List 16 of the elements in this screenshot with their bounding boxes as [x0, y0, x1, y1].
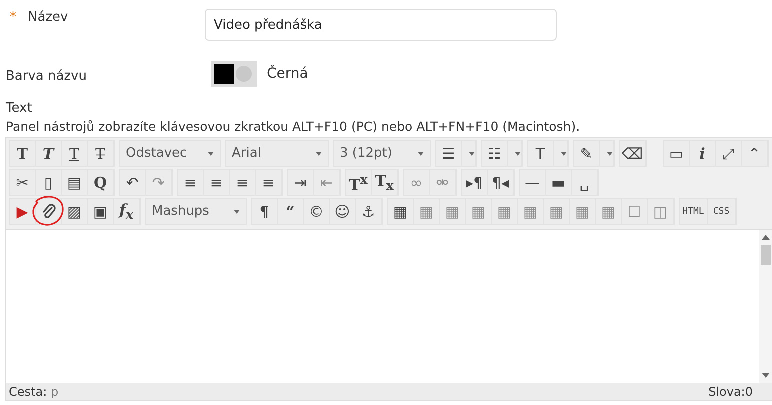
hint-text: Panel nástrojů zobrazíte klávesovou zkratkou ALT+F10 (PC) nebo ALT+FN+F10 (Macintosh). — [6, 119, 582, 134]
name-input-field[interactable]: Video přednáška — [205, 9, 557, 41]
word-count: Slova:0 — [708, 384, 753, 398]
required-marker: * — [9, 10, 18, 25]
field-label: Barva názvu — [6, 69, 87, 84]
paperclip-icon — [40, 204, 56, 220]
toolbar-button[interactable]: HTML — [680, 199, 708, 224]
toolbar-button[interactable]: T$^{x}$ — [346, 170, 372, 195]
color-name: Černá — [267, 66, 308, 82]
path-label: Cesta: p — [9, 384, 59, 398]
toolbar-button[interactable]: ⌫ — [620, 141, 646, 166]
field-label: Text — [6, 101, 34, 116]
toolbar-button[interactable]: T$_{x}$ — [372, 170, 398, 195]
field-label: Název — [28, 10, 68, 25]
color-picker[interactable] — [211, 61, 257, 87]
scrollbar[interactable] — [759, 230, 772, 383]
